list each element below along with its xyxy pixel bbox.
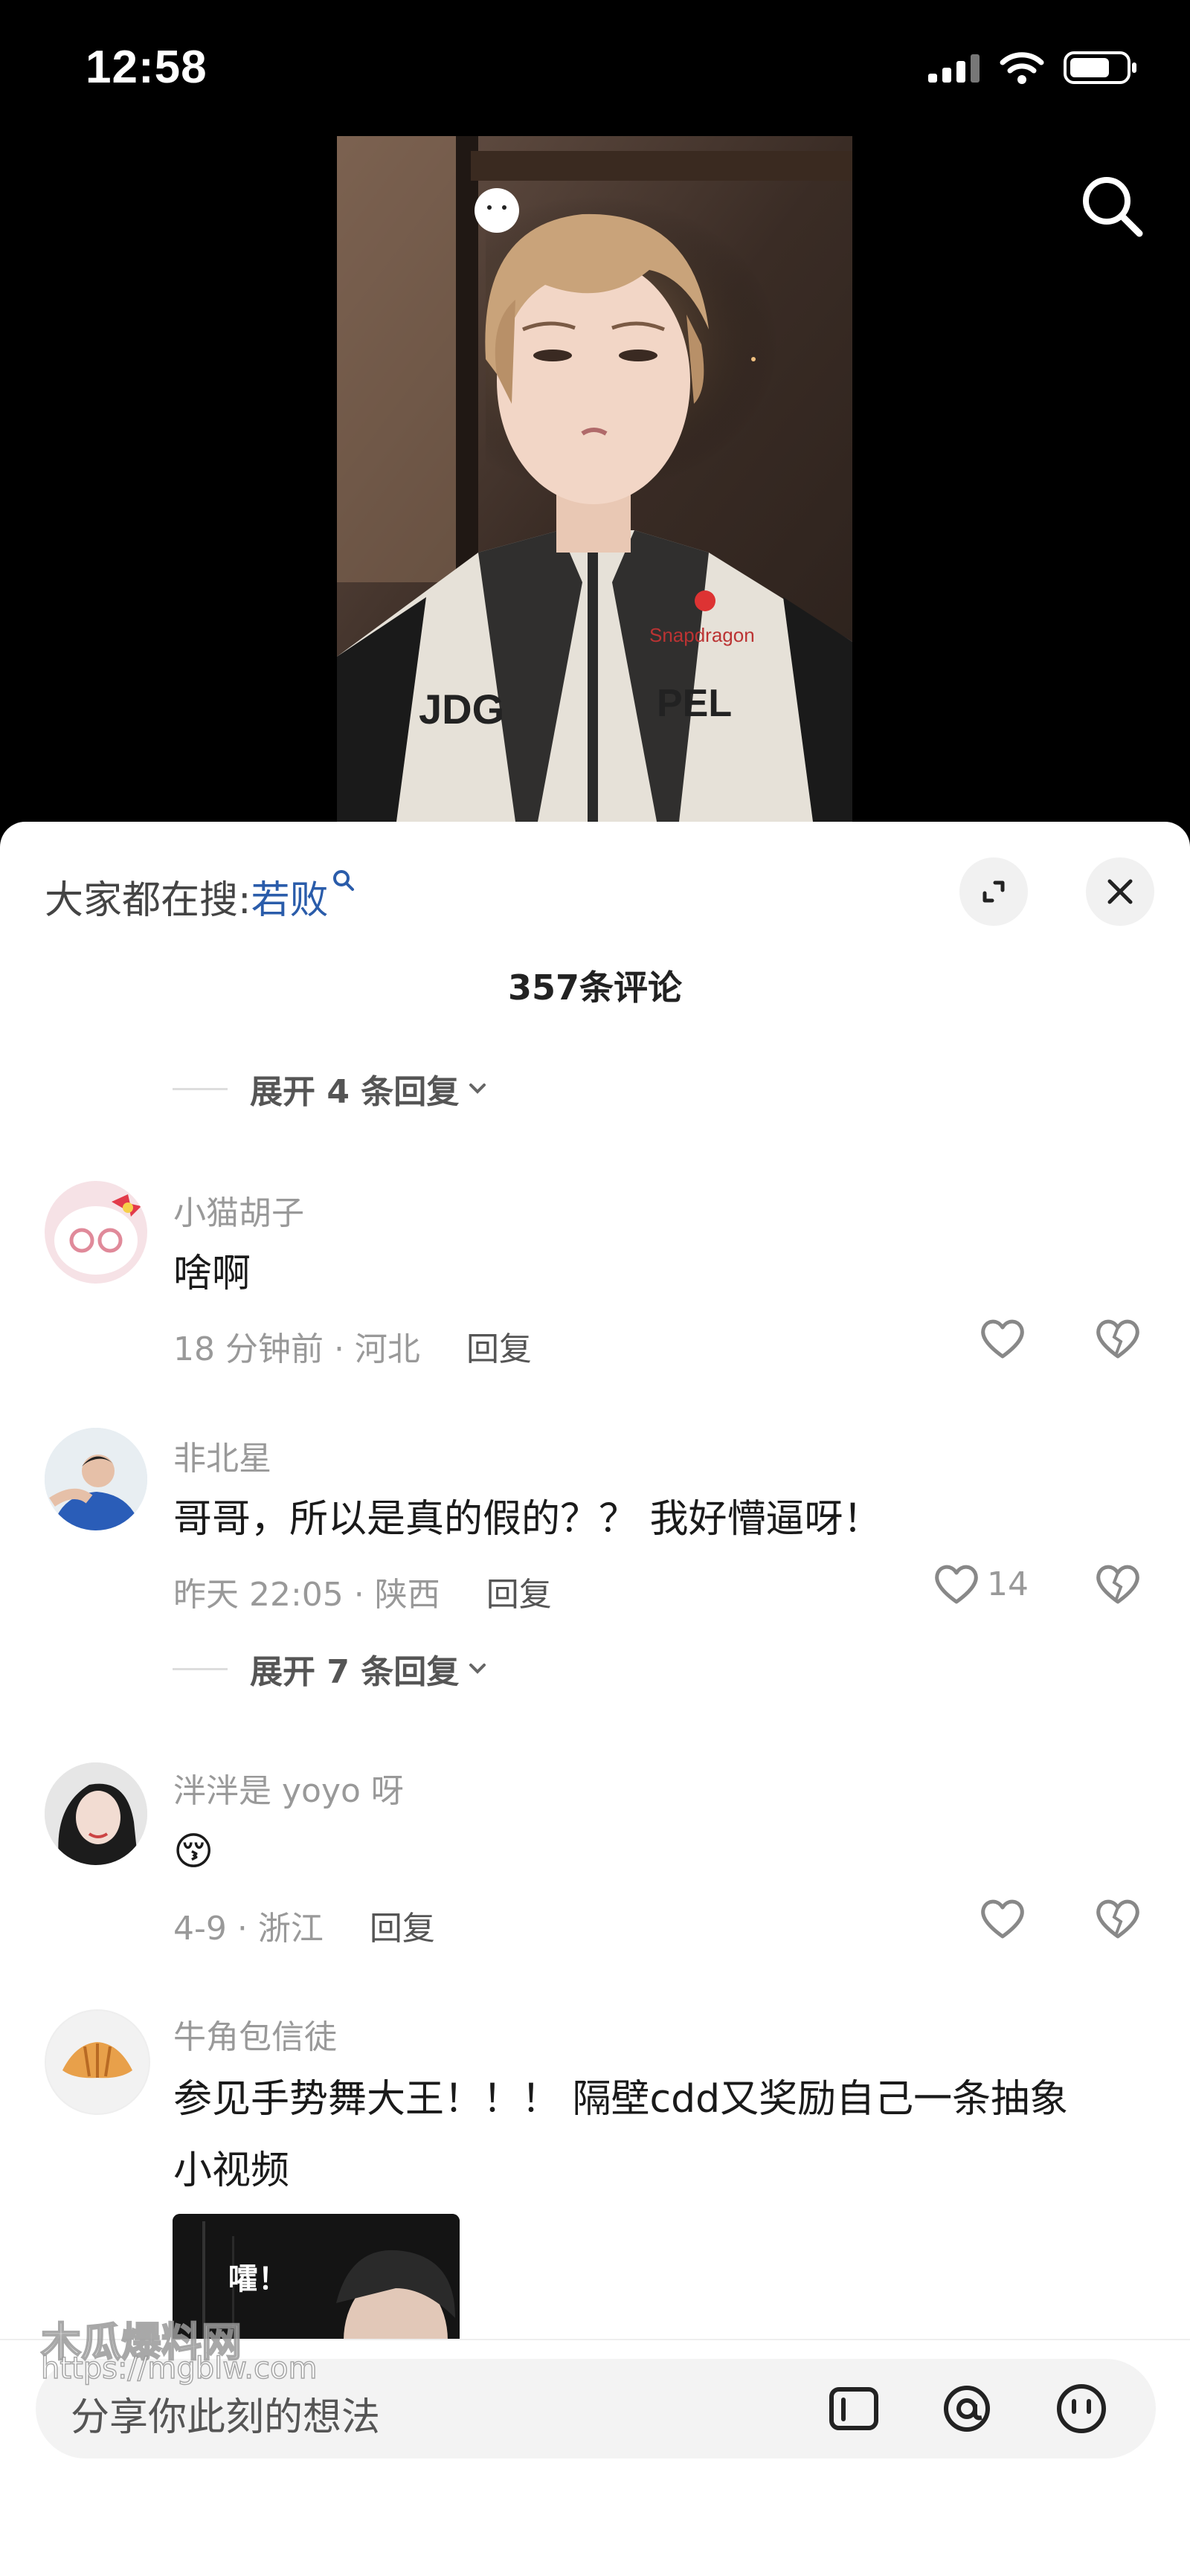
reply-button[interactable]: 回复 [370, 1902, 435, 1949]
small-search-icon [332, 870, 354, 891]
avatar[interactable] [45, 2009, 150, 2115]
divider-line [173, 1087, 228, 1090]
signal-icon [928, 54, 980, 83]
close-button[interactable] [1086, 857, 1154, 926]
comment-text-line2: 小视频 [173, 2148, 290, 2193]
expand-icon [982, 880, 1005, 903]
svg-text:PEL: PEL [657, 682, 732, 725]
avatar[interactable] [45, 1181, 147, 1284]
dislike-button[interactable] [1093, 1562, 1142, 1609]
chevron-down-icon [469, 1083, 486, 1094]
avatar-image [54, 1194, 141, 1275]
avatar-image [45, 1428, 147, 1530]
avatar[interactable] [45, 1428, 147, 1530]
comment-count: 357条评论 [507, 967, 683, 1008]
wifi-icon [1000, 52, 1044, 84]
like-button[interactable] [978, 1896, 1027, 1941]
expand-sheet-button[interactable] [959, 857, 1028, 926]
dislike-button[interactable] [1093, 1316, 1142, 1364]
broken-heart-icon [1096, 1565, 1139, 1604]
comment-username[interactable]: 小猫胡子 [173, 1186, 304, 1234]
hot-search-prefix: 大家都在搜: [45, 878, 251, 923]
divider-line [173, 1667, 228, 1670]
image-attach-button[interactable] [827, 2382, 881, 2438]
search-button[interactable] [1071, 165, 1153, 247]
avatar[interactable] [45, 1762, 147, 1865]
hot-search[interactable]: 大家都在搜:若败 [45, 869, 356, 924]
comment-text: 哥哥，所以是真的假的？？ 我好懵逼呀！ [173, 1497, 882, 1542]
mention-button[interactable] [940, 2382, 994, 2438]
battery-icon [1064, 51, 1136, 84]
comment-meta: 昨天 22:05 · 陕西 回复 [173, 1568, 552, 1615]
heart-icon [935, 1565, 978, 1604]
dislike-button[interactable] [1093, 1896, 1142, 1944]
reply-button[interactable]: 回复 [486, 1568, 552, 1615]
like-count: 14 [987, 1565, 1029, 1603]
like-button[interactable]: 14 [932, 1562, 1029, 1606]
image-icon [829, 2387, 878, 2430]
reply-button[interactable]: 回复 [466, 1322, 532, 1370]
croissant-icon [62, 2042, 132, 2078]
emoji-icon [1057, 2384, 1106, 2433]
comment-time-location: 昨天 22:05 · 陕西 [173, 1576, 440, 1614]
comment-text: 啥啊 [173, 1252, 251, 1296]
expand-label: 展开 7 条回复 [250, 1653, 460, 1691]
chevron-down-icon [469, 1664, 486, 1674]
hot-search-keyword[interactable]: 若败 [251, 878, 329, 923]
avatar-image [45, 1762, 147, 1865]
expand-label: 展开 4 条回复 [250, 1073, 460, 1111]
svg-text:JDG: JDG [419, 686, 504, 732]
comment-time-location: 18 分钟前 · 河北 [173, 1330, 420, 1368]
watermark-url: https://mgblw.com [40, 2351, 318, 2386]
emoji-button[interactable] [1053, 2382, 1110, 2438]
video-preview[interactable]: Snapdragon JDG PEL [337, 136, 852, 822]
expand-replies-top[interactable]: 展开 4 条回复 [173, 1065, 490, 1112]
broken-heart-icon [1096, 1319, 1139, 1359]
at-icon [944, 2386, 990, 2432]
close-icon [1107, 879, 1133, 904]
comment-username[interactable]: 非北星 [173, 1432, 271, 1479]
video-frame: Snapdragon JDG PEL [337, 136, 852, 822]
comment-emoji: 😚 [173, 1829, 214, 1874]
comment-meta: 4-9 · 浙江 回复 [173, 1902, 435, 1949]
heart-icon [981, 1899, 1024, 1939]
broken-heart-icon [1096, 1899, 1139, 1939]
svg-text:Snapdragon: Snapdragon [649, 624, 755, 646]
status-icons [928, 51, 1138, 85]
comment-username[interactable]: 泮泮是 yoyo 呀 [173, 1764, 404, 1812]
like-button[interactable] [978, 1316, 1027, 1361]
status-time: 12:58 [86, 42, 208, 93]
heart-icon [981, 1319, 1024, 1359]
search-icon [1083, 177, 1143, 237]
comment-input-placeholder: 分享你此刻的想法 [71, 2395, 381, 2440]
comment-text-line1: 参见手势舞大王！！！ 隔壁cdd又奖励自己一条抽象 [173, 2077, 1069, 2122]
expand-replies-mid[interactable]: 展开 7 条回复 [173, 1645, 490, 1693]
comment-time-location: 4-9 · 浙江 [173, 1910, 324, 1948]
thumbnail-caption: 嚯！ [228, 2262, 288, 2296]
comment-username[interactable]: 牛角包信徒 [173, 2010, 337, 2058]
comment-meta: 18 分钟前 · 河北 回复 [173, 1322, 532, 1370]
